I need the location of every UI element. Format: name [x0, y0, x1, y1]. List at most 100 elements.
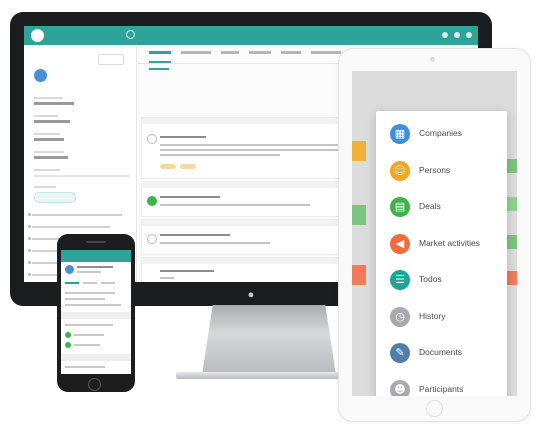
activity-card[interactable]	[141, 117, 355, 179]
deals-icon: ▤	[390, 197, 410, 217]
persons-icon: ☺	[390, 160, 410, 181]
section-header	[61, 354, 131, 361]
avatar	[34, 69, 47, 82]
list-item[interactable]	[28, 213, 122, 216]
activity-date-header	[142, 118, 354, 124]
activity-text	[160, 204, 310, 206]
tab-indicator	[149, 61, 171, 63]
menu-item-label: Companies	[419, 128, 462, 138]
menu-item-documents[interactable]: ✎ Documents	[376, 335, 507, 371]
activity-text	[65, 366, 105, 368]
menu-item-label: Persons	[419, 164, 451, 175]
field-label	[34, 133, 60, 135]
tab-active[interactable]	[149, 51, 171, 54]
activity-text	[65, 324, 113, 326]
field-value	[34, 138, 64, 141]
menu-item-label: Deals	[419, 201, 441, 211]
background-bar	[352, 265, 366, 285]
activity-card[interactable]	[141, 181, 355, 217]
menu-item-label: Documents	[419, 347, 462, 357]
menu-item-label: Market activities	[419, 237, 480, 248]
field-label	[34, 151, 64, 153]
menu-item-market-activities[interactable]: ◀ Market activities	[376, 226, 507, 262]
app-top-bar	[24, 26, 478, 45]
menu-item-participants[interactable]: ☻ Participants	[376, 372, 507, 396]
activity-title	[160, 136, 206, 138]
menu-item-persons[interactable]: ☺ Persons	[376, 153, 507, 189]
activity-card[interactable]	[141, 257, 355, 282]
field-value	[34, 120, 70, 123]
section-header	[61, 312, 131, 319]
smartphone	[57, 234, 135, 392]
menu-item-deals[interactable]: ▤ Deals	[376, 189, 507, 225]
phone-top-bar	[61, 250, 131, 262]
tab[interactable]	[249, 51, 271, 54]
avatar	[65, 265, 74, 274]
activity-date-header	[142, 182, 354, 188]
field-value	[34, 156, 68, 159]
field-value	[65, 292, 115, 294]
field-label	[34, 186, 56, 188]
phone-call-icon	[65, 332, 71, 338]
menu-item-history[interactable]: ◷ History	[376, 299, 507, 335]
phone-speaker	[86, 241, 106, 243]
activity-text	[74, 344, 100, 346]
list-item[interactable]	[28, 225, 110, 228]
app-logo-icon	[31, 29, 44, 42]
menu-item-label: History	[419, 310, 446, 321]
field-value	[34, 102, 74, 105]
field-label	[34, 97, 62, 99]
participant-chip[interactable]	[180, 164, 196, 169]
record-subtitle	[77, 271, 101, 273]
menu-item-todos[interactable]: ☰ Todos	[376, 262, 507, 298]
tablet-app-screen: ▦ Companies ☺ Persons ▤ Deals ◀ Market activiti…	[352, 71, 517, 396]
tablet-camera	[430, 57, 435, 62]
activity-text	[74, 334, 104, 336]
participants-icon: ☻	[390, 379, 410, 396]
field-value	[65, 298, 105, 300]
field-label	[34, 169, 60, 171]
phone-call-icon	[147, 196, 157, 206]
tablet: ▦ Companies ☺ Persons ▤ Deals ◀ Market activiti…	[338, 48, 531, 422]
settings-icon[interactable]	[454, 32, 460, 38]
tablet-home-button[interactable]	[426, 400, 443, 417]
activity-title	[160, 234, 230, 236]
activity-title	[160, 270, 214, 272]
activity-date-header	[142, 220, 354, 226]
add-activity-link[interactable]	[149, 68, 169, 70]
select-field[interactable]	[34, 175, 129, 177]
phone-home-button[interactable]	[88, 378, 101, 391]
activity-text	[160, 154, 280, 156]
companies-icon: ▦	[390, 124, 410, 144]
history-icon: ◷	[390, 306, 410, 327]
record-title	[77, 266, 113, 268]
menu-item-label: Todos	[419, 274, 442, 284]
tab[interactable]	[101, 282, 115, 284]
edit-button[interactable]	[98, 54, 124, 65]
search-icon[interactable]	[126, 30, 135, 39]
activity-text	[160, 242, 270, 244]
activity-text	[160, 144, 346, 146]
activity-type-icon	[147, 134, 157, 144]
tab[interactable]	[281, 51, 301, 54]
tag-chip[interactable]	[34, 192, 76, 203]
menu-item-companies[interactable]: ▦ Companies	[376, 116, 507, 152]
market-activities-icon: ◀	[390, 233, 410, 254]
activity-text	[160, 277, 174, 279]
notification-icon[interactable]	[442, 32, 448, 38]
field-label	[34, 115, 58, 117]
tab-active[interactable]	[65, 282, 79, 284]
monitor-stand	[202, 305, 336, 375]
menu-item-label: Participants	[419, 383, 464, 394]
activity-type-icon	[147, 234, 157, 244]
tab[interactable]	[221, 51, 239, 54]
user-menu-icon[interactable]	[466, 32, 472, 38]
tab[interactable]	[311, 51, 341, 54]
tab[interactable]	[83, 282, 97, 284]
field-value	[65, 304, 121, 306]
participant-chip[interactable]	[160, 164, 176, 169]
tab[interactable]	[181, 51, 211, 54]
phone-app-screen	[61, 250, 131, 374]
activity-card[interactable]	[141, 219, 355, 255]
activity-title	[160, 196, 220, 198]
